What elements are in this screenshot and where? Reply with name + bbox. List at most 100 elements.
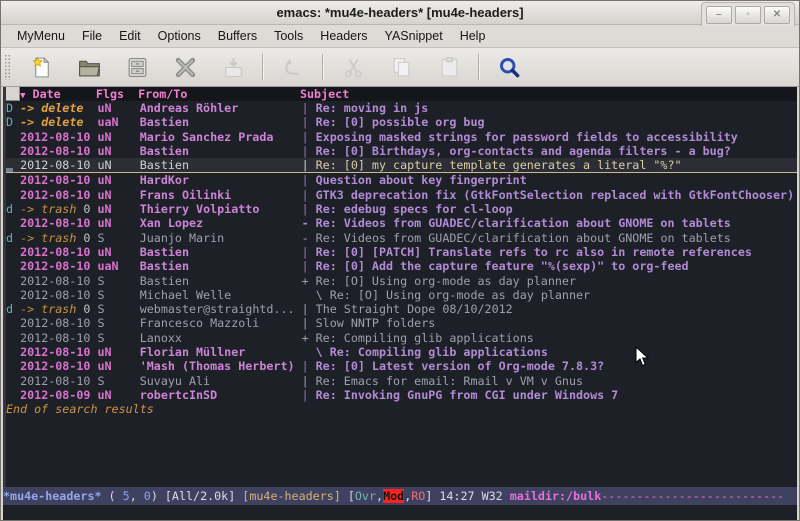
scrollbar-thumb[interactable] xyxy=(3,87,20,101)
echo-area[interactable] xyxy=(3,505,797,521)
text-segment: uN xyxy=(97,216,139,230)
message-row[interactable]: 2012-08-10 uN Florian Müllner \ Re: Comp… xyxy=(6,345,797,359)
toolbar-undo-button[interactable] xyxy=(273,51,313,83)
text-segment: -> trash xyxy=(20,302,83,316)
message-row[interactable]: 2012-08-10 uN Mario Sanchez Prada | Expo… xyxy=(6,130,797,144)
close-button[interactable]: ✕ xyxy=(764,6,790,24)
toolbar-dired-button[interactable] xyxy=(117,51,157,83)
message-row-current[interactable]: 2012-08-10 uN Bastien | Re: [0] my captu… xyxy=(6,158,797,173)
text-segment: Re: [0] Add the capture feature "%(sexp)… xyxy=(316,259,689,273)
menu-item-headers[interactable]: Headers xyxy=(314,27,373,45)
maximize-button[interactable]: ▫ xyxy=(735,6,761,24)
text-segment: ) xyxy=(151,489,165,503)
toolbar-close-buffer-button[interactable] xyxy=(165,51,205,83)
minimize-button[interactable]: – xyxy=(706,6,732,24)
text-segment: Lanoxx xyxy=(140,331,302,345)
text-segment xyxy=(61,87,96,101)
message-row[interactable]: 2012-08-10 S Francesco Mazzoli | Slow NN… xyxy=(6,316,797,330)
menu-item-help[interactable]: Help xyxy=(454,27,492,45)
text-segment: \ xyxy=(302,345,330,359)
toolbar-copy-button[interactable] xyxy=(381,51,421,83)
text-segment: Re: [O] Using org-mode as day planner xyxy=(316,274,576,288)
menu-item-options[interactable]: Options xyxy=(152,27,207,45)
titlebar[interactable]: emacs: *mu4e-headers* [mu4e-headers] –▫✕ xyxy=(1,1,799,25)
text-segment: uN xyxy=(97,359,139,373)
text-segment: S xyxy=(97,274,139,288)
message-row[interactable]: D -> delete uN Andreas Röhler | Re: movi… xyxy=(6,101,797,115)
message-row[interactable]: D -> delete uaN Bastien | Re: [0] possib… xyxy=(6,115,797,129)
text-segment: 2012-08-10 xyxy=(20,316,97,330)
message-row[interactable]: 2012-08-10 uaN Bastien | Re: [0] Add the… xyxy=(6,259,797,273)
text-segment xyxy=(26,87,33,101)
toolbar-separator xyxy=(478,54,480,80)
open-folder-icon xyxy=(77,55,102,80)
text-segment: 2012-08-10 xyxy=(20,274,97,288)
undo-icon xyxy=(281,55,306,80)
text-segment: Re: [0] possible org bug xyxy=(316,115,485,129)
message-row[interactable]: 2012-08-10 uN Xan Lopez - Re: Videos fro… xyxy=(6,216,797,230)
message-row[interactable]: d -> trash 0 S Juanjo Marin - Re: Videos… xyxy=(6,231,797,245)
message-list: D -> delete uN Andreas Röhler | Re: movi… xyxy=(6,101,797,402)
text-segment: | xyxy=(302,316,316,330)
menu-item-mymenu[interactable]: MyMenu xyxy=(11,27,71,45)
text-segment: - xyxy=(302,231,316,245)
message-row[interactable]: 2012-08-09 uN robertcInSD | Re: Invoking… xyxy=(6,388,797,402)
text-segment: 2012-08-10 xyxy=(20,331,97,345)
text-segment: 2012-08-10 xyxy=(20,216,97,230)
text-segment: + xyxy=(302,274,316,288)
menu-item-buffers[interactable]: Buffers xyxy=(212,27,263,45)
text-segment: Bastien xyxy=(140,144,302,158)
message-row[interactable]: 2012-08-10 uN Frans Oilinki | GTK3 depre… xyxy=(6,188,797,202)
text-segment: uN xyxy=(97,144,139,158)
menu-item-yasnippet[interactable]: YASnippet xyxy=(379,27,449,45)
text-segment: Thierry Volpiatto xyxy=(140,202,302,216)
toolbar-drag-handle[interactable] xyxy=(4,54,11,80)
message-row[interactable]: 2012-08-10 uN HardKor | Question about k… xyxy=(6,173,797,187)
text-segment: HardKor xyxy=(140,173,302,187)
message-row[interactable]: 2012-08-10 S Bastien + Re: [O] Using org… xyxy=(6,274,797,288)
menu-item-tools[interactable]: Tools xyxy=(268,27,309,45)
text-segment: uaN xyxy=(97,259,139,273)
toolbar-search-button[interactable] xyxy=(489,51,529,83)
toolbar-cut-button[interactable] xyxy=(333,51,373,83)
text-segment: 2012-08-10 xyxy=(20,245,97,259)
text-segment: Subject xyxy=(300,87,349,101)
toolbar-save-button[interactable] xyxy=(213,51,253,83)
text-segment: D xyxy=(6,101,20,115)
toolbar-paste-button[interactable] xyxy=(429,51,469,83)
message-row[interactable]: 2012-08-10 uN 'Mash (Thomas Herbert) | R… xyxy=(6,359,797,373)
text-segment: From/To xyxy=(138,87,187,101)
text-segment: Re: Invoking GnuPG from CGI under Window… xyxy=(316,388,619,402)
modeline[interactable]: *mu4e-headers* ( 5, 0) [All/2.0k] [mu4e-… xyxy=(3,487,797,505)
message-row[interactable]: 2012-08-10 S Suvayu Ali | Re: Emacs for … xyxy=(6,374,797,388)
message-row[interactable]: d -> trash 0 uN Thierry Volpiatto | Re: … xyxy=(6,202,797,216)
message-row[interactable]: d -> trash 0 S webmaster@straightd... | … xyxy=(6,302,797,316)
text-segment: Bastien xyxy=(140,274,302,288)
copy-icon xyxy=(389,55,414,80)
text-segment: 2012-08-10 xyxy=(20,359,97,373)
menu-item-file[interactable]: File xyxy=(76,27,108,45)
text-segment xyxy=(6,274,20,288)
text-segment: | xyxy=(302,359,316,373)
text-segment xyxy=(6,388,20,402)
text-segment: S xyxy=(97,374,139,388)
text-segment: Andreas Röhler xyxy=(140,101,302,115)
text-segment: Michael Welle xyxy=(140,288,302,302)
message-row[interactable]: 2012-08-10 S Lanoxx + Re: Compiling glib… xyxy=(6,331,797,345)
text-segment: 0 xyxy=(83,302,97,316)
menu-item-edit[interactable]: Edit xyxy=(113,27,147,45)
message-row[interactable]: 2012-08-10 S Michael Welle \ Re: [O] Usi… xyxy=(6,288,797,302)
message-row[interactable]: 2012-08-10 uN Bastien | Re: [0] [PATCH] … xyxy=(6,245,797,259)
text-segment: [All/2.0k] xyxy=(165,489,242,503)
text-segment: Florian Müllner xyxy=(140,345,302,359)
message-row[interactable]: 2012-08-10 uN Bastien | Re: [0] Birthday… xyxy=(6,144,797,158)
paste-icon xyxy=(437,55,462,80)
text-segment: Re: [O] Using org-mode as day planner xyxy=(330,288,590,302)
toolbar xyxy=(1,48,799,87)
text-segment: Re: [0] my capture template generates a … xyxy=(316,158,682,172)
window-controls: –▫✕ xyxy=(701,2,795,26)
text-segment: -> delete xyxy=(20,101,97,115)
toolbar-open-folder-button[interactable] xyxy=(69,51,109,83)
text-segment xyxy=(6,316,20,330)
toolbar-new-file-button[interactable] xyxy=(21,51,61,83)
